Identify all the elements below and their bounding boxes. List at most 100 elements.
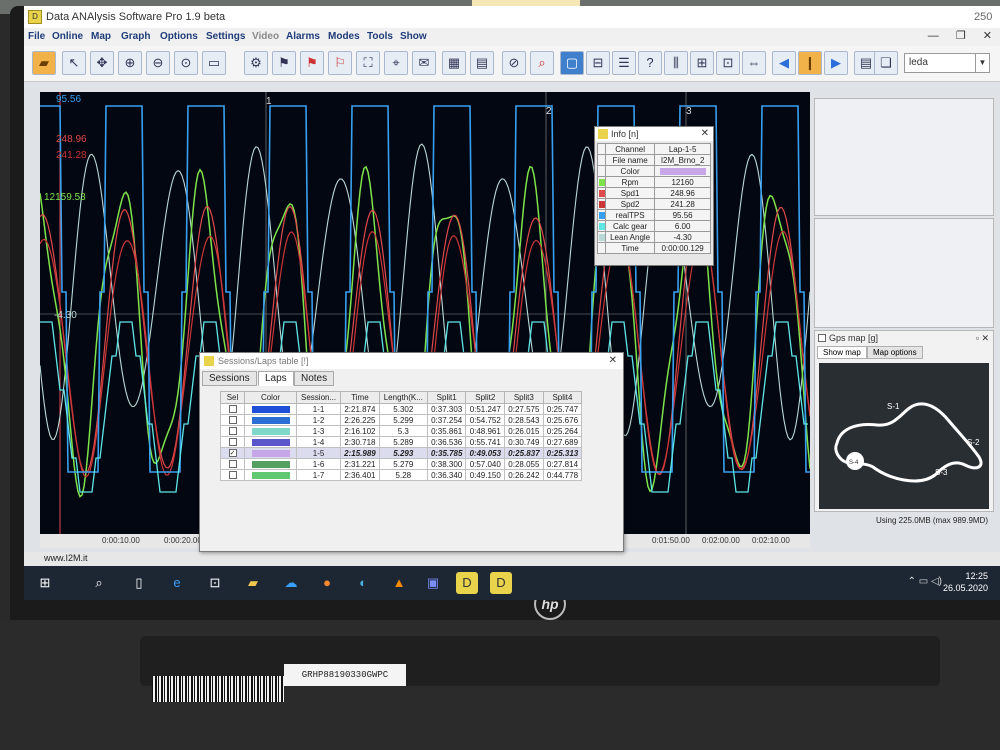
checkered-flag-icon[interactable]: ⚑: [272, 51, 296, 75]
open-folder-icon[interactable]: ▰: [32, 51, 56, 75]
split-h-icon[interactable]: ⊟: [586, 51, 610, 75]
menu-map[interactable]: Map: [91, 31, 111, 42]
network-icon[interactable]: ▭: [919, 576, 928, 587]
fullscreen-icon[interactable]: ⛶: [356, 51, 380, 75]
row-select-checkbox[interactable]: ✓: [228, 449, 237, 458]
column-header[interactable]: Split3: [504, 391, 544, 404]
info-window-header[interactable]: Info [n] ✕: [595, 127, 713, 141]
sessions-window-header[interactable]: Sessions/Laps table [!] ✕: [200, 353, 623, 369]
menu-online[interactable]: Online: [52, 31, 83, 42]
chevron-up-icon[interactable]: ⌃: [908, 576, 916, 587]
column-header[interactable]: Split2: [465, 391, 506, 404]
help-icon[interactable]: ?: [638, 51, 662, 75]
search-icon[interactable]: ⌕: [530, 51, 554, 75]
tab-map-options[interactable]: Map options: [867, 346, 923, 359]
menu-tools[interactable]: Tools: [367, 31, 393, 42]
close-icon[interactable]: ▫ ✕: [976, 331, 989, 345]
swap-icon[interactable]: ⇔: [742, 51, 766, 75]
file-explorer-icon[interactable]: ▰: [242, 572, 264, 594]
column-header[interactable]: Session...: [295, 391, 342, 404]
column-header[interactable]: Split4: [542, 391, 583, 404]
info-window[interactable]: Info [n] ✕ Channel Lap-1-5 File name I2M_B…: [594, 126, 714, 266]
start-flag-icon[interactable]: ⚐: [328, 51, 352, 75]
column-header[interactable]: Time: [340, 391, 380, 404]
dana-app-icon-2[interactable]: D: [490, 572, 512, 594]
track-map[interactable]: S-1 S-2 S-3 S-4: [819, 363, 989, 509]
table-row[interactable]: ✓ 1-5 2:15.989 5.293 0:35.785 0:49.053 0:25.83…: [220, 447, 583, 459]
settings-icon[interactable]: ⚙: [244, 51, 268, 75]
row-select-checkbox[interactable]: [228, 438, 237, 447]
marker-icon[interactable]: ❙: [798, 51, 822, 75]
save-icon[interactable]: ▣: [422, 572, 444, 594]
row-select-checkbox[interactable]: [228, 405, 237, 414]
column-header[interactable]: Color: [244, 391, 297, 404]
app-icon[interactable]: ◐: [352, 572, 374, 594]
sessions-laps-window[interactable]: Sessions/Laps table [!] ✕ Sessions Laps …: [199, 352, 624, 552]
gps-map-checkbox[interactable]: [818, 334, 826, 342]
map-icon[interactable]: ⌖: [384, 51, 408, 75]
minimize-icon[interactable]: —: [928, 30, 939, 42]
table-row[interactable]: 1-3 2:16.102 5.3 0:35.861 0:48.961 0:26.015 0:…: [220, 425, 583, 437]
website-link[interactable]: www.I2M.it: [44, 553, 88, 563]
tab-notes[interactable]: Notes: [294, 371, 335, 386]
windows-start-icon[interactable]: ⊞: [34, 572, 56, 594]
vlc-icon[interactable]: ▲: [388, 572, 410, 594]
close-icon[interactable]: ✕: [701, 127, 709, 141]
table-row[interactable]: 1-6 2:31.221 5.279 0:38.300 0:57.040 0:28.055…: [220, 458, 583, 470]
menu-alarms[interactable]: Alarms: [286, 31, 320, 42]
window-fit-icon[interactable]: ⊡: [716, 51, 740, 75]
row-select-checkbox[interactable]: [228, 460, 237, 469]
zoom-fit-icon[interactable]: ⊙: [174, 51, 198, 75]
chevron-down-icon[interactable]: ▼: [975, 54, 989, 72]
arrow-right-icon[interactable]: ▶: [824, 51, 848, 75]
table-icon[interactable]: ▤: [470, 51, 494, 75]
copy-icon[interactable]: ❏: [874, 51, 898, 75]
task-view-icon[interactable]: ▯: [128, 572, 150, 594]
menu-video[interactable]: Video: [252, 31, 279, 42]
zoom-in-icon[interactable]: ⊕: [118, 51, 142, 75]
menu-show[interactable]: Show: [400, 31, 427, 42]
menu-modes[interactable]: Modes: [328, 31, 360, 42]
table-row[interactable]: 1-1 2:21.874 5.302 0:37.303 0:51.247 0:27.575…: [220, 403, 583, 415]
row-select-checkbox[interactable]: [228, 427, 237, 436]
column-header[interactable]: Sel: [220, 391, 245, 404]
list-icon[interactable]: ☰: [612, 51, 636, 75]
flag-icon[interactable]: ⚑: [300, 51, 324, 75]
maximize-icon[interactable]: ❐: [956, 30, 966, 42]
column-header[interactable]: Split1: [426, 391, 467, 404]
profile-select[interactable]: leda ▼: [904, 53, 990, 73]
bars-icon[interactable]: ⫼: [664, 51, 688, 75]
crossed-icon[interactable]: ⊘: [502, 51, 526, 75]
column-header[interactable]: Length(K...: [378, 391, 428, 404]
menu-settings[interactable]: Settings: [206, 31, 245, 42]
dana-app-icon[interactable]: D: [456, 572, 478, 594]
firefox-icon[interactable]: ●: [316, 572, 338, 594]
tab-sessions[interactable]: Sessions: [202, 371, 257, 386]
chat-icon[interactable]: ✉: [412, 51, 436, 75]
volume-icon[interactable]: ◁): [931, 576, 942, 587]
row-select-checkbox[interactable]: [228, 416, 237, 425]
table-row[interactable]: 1-7 2:36.401 5.28 0:36.340 0:49.150 0:26.242 0…: [220, 469, 583, 481]
move-icon[interactable]: ✥: [90, 51, 114, 75]
zoom-out-icon[interactable]: ⊖: [146, 51, 170, 75]
grid-icon[interactable]: ▦: [442, 51, 466, 75]
store-icon[interactable]: ⊡: [204, 572, 226, 594]
edge-icon[interactable]: e: [166, 572, 188, 594]
table-row[interactable]: 1-4 2:30.718 5.289 0:36.536 0:55.741 0:30.749…: [220, 436, 583, 448]
close-icon[interactable]: ✕: [609, 353, 617, 369]
menu-file[interactable]: File: [28, 31, 45, 42]
arrow-left-icon[interactable]: ◀: [772, 51, 796, 75]
close-icon[interactable]: ✕: [983, 30, 992, 42]
tab-show-map[interactable]: Show map: [817, 346, 867, 359]
menu-options[interactable]: Options: [160, 31, 198, 42]
clock[interactable]: 12:25 26.05.2020: [943, 570, 988, 594]
pointer-icon[interactable]: ↖: [62, 51, 86, 75]
tab-laps[interactable]: Laps: [258, 371, 294, 386]
table-row[interactable]: 1-2 2:26.225 5.299 0:37.254 0:54.752 0:28.543…: [220, 414, 583, 426]
row-select-checkbox[interactable]: [228, 471, 237, 480]
search-icon[interactable]: ⌕: [88, 572, 110, 594]
menu-graph[interactable]: Graph: [121, 31, 150, 42]
fit-icon[interactable]: ⊞: [690, 51, 714, 75]
cloud-icon[interactable]: ☁: [280, 572, 302, 594]
window-icon[interactable]: ▢: [560, 51, 584, 75]
